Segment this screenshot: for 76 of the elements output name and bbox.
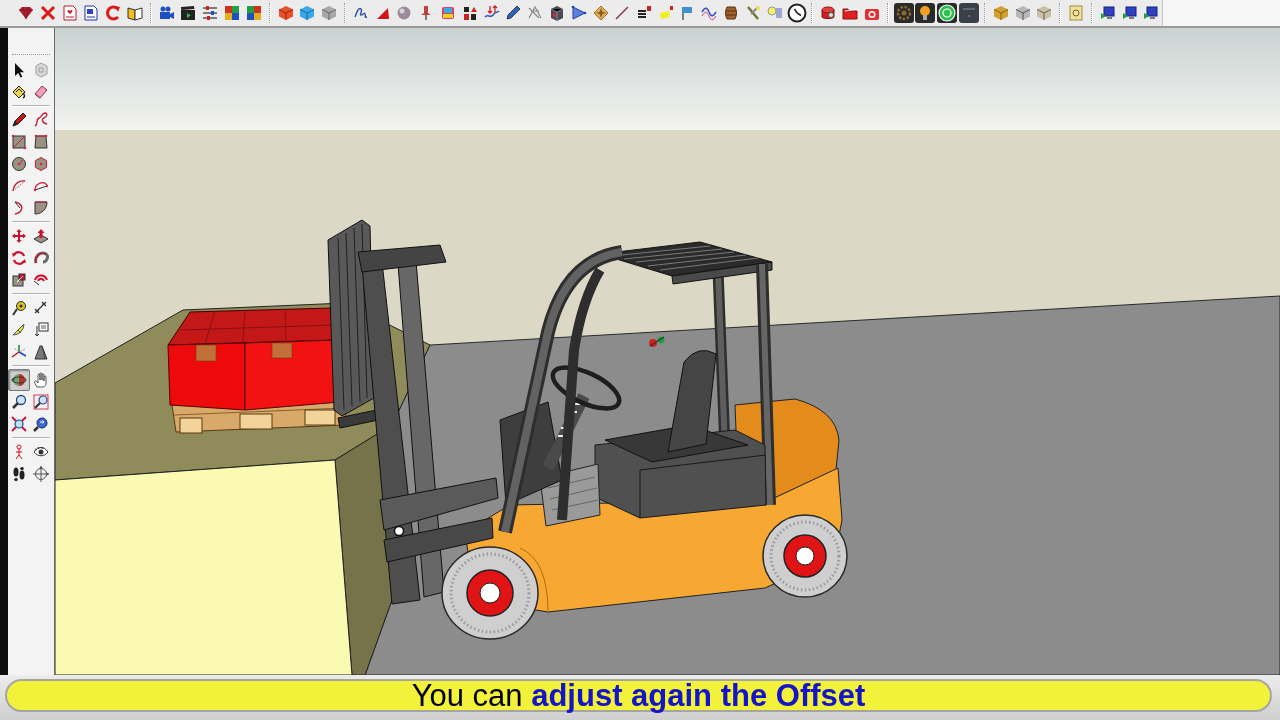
monitor-icon[interactable]: [1099, 5, 1116, 21]
cube-icon[interactable]: [992, 5, 1009, 21]
shapes-icon[interactable]: [461, 5, 478, 21]
light-bulb-icon[interactable]: [915, 3, 936, 23]
orbit-icon: [11, 372, 27, 388]
monitor-icon[interactable]: [1143, 5, 1160, 21]
footprints-icon: [11, 466, 27, 482]
tool-button[interactable]: [30, 391, 52, 413]
zoom-window-icon: [33, 394, 49, 410]
squiggle-icon: [33, 112, 49, 128]
move-arrows-icon: [11, 228, 27, 244]
paint-bucket-icon: [11, 84, 27, 100]
follow-me-icon: [33, 250, 49, 266]
arc-icon: [11, 178, 27, 194]
document-icon[interactable]: [83, 5, 100, 21]
push-pull-icon: [33, 228, 49, 244]
zoom-previous-icon: [33, 416, 49, 432]
curly-stroke-icon[interactable]: [352, 5, 369, 21]
zoom-extents-icon: [11, 416, 27, 432]
magnifier-icon: [11, 394, 27, 410]
note-icon[interactable]: [1068, 5, 1085, 21]
tools-icon[interactable]: [745, 5, 761, 21]
cube-icon[interactable]: [1014, 5, 1031, 21]
pencil-icon: [11, 112, 27, 128]
subtitle-text: You can adjust again the Offset: [411, 680, 866, 711]
tape-measure-icon: [11, 300, 27, 316]
video-camera-icon[interactable]: [158, 5, 175, 21]
eraser-icon: [33, 84, 49, 100]
circle-icon: [11, 156, 27, 172]
dimension-icon: [33, 300, 49, 316]
pencil-icon[interactable]: [505, 5, 522, 21]
protractor-icon: [11, 322, 27, 338]
text-callout-icon: [33, 322, 49, 338]
lines-icon[interactable]: [636, 5, 653, 21]
cube-icon[interactable]: [321, 5, 338, 21]
highlighter-icon[interactable]: [657, 5, 674, 21]
section-plane-icon: [33, 466, 49, 482]
offset-icon: [33, 272, 49, 288]
scale-icon: [11, 272, 27, 288]
cube-icon[interactable]: [277, 5, 294, 21]
rectangle-icon: [11, 134, 27, 150]
star-diamond-icon[interactable]: [592, 5, 609, 21]
sphere-icon[interactable]: [396, 5, 413, 21]
document-heart-icon[interactable]: [61, 5, 78, 21]
cross-icon[interactable]: [39, 5, 56, 21]
cube-icon[interactable]: [1036, 5, 1053, 21]
colored-blocks-icon[interactable]: [440, 5, 457, 21]
pivot-marker-icon: [649, 336, 665, 347]
gear-icon[interactable]: [893, 3, 914, 23]
tube-icon[interactable]: [820, 5, 837, 21]
circular-arrow-icon[interactable]: [105, 5, 122, 21]
box-icon[interactable]: [548, 5, 565, 21]
monitor-icon[interactable]: [1121, 5, 1138, 21]
diagonal-line-icon[interactable]: [614, 5, 631, 21]
round-badge-icon[interactable]: [937, 3, 958, 23]
tool-button[interactable]: [8, 369, 30, 391]
triangle-points-icon[interactable]: [570, 5, 587, 21]
hand-icon: [33, 372, 49, 388]
film-clapper-icon[interactable]: [180, 5, 197, 21]
grid-icon[interactable]: [245, 5, 262, 21]
wave-icon[interactable]: [701, 5, 718, 21]
tool-button[interactable]: [30, 463, 52, 485]
gem-icon[interactable]: [18, 5, 34, 21]
folder-icon[interactable]: [842, 5, 859, 21]
cube-icon[interactable]: [299, 5, 316, 21]
pie-slice-icon: [33, 200, 49, 216]
grid-icon[interactable]: [224, 5, 240, 21]
peak-shape-icon: [33, 344, 49, 360]
polygon-icon: [33, 156, 49, 172]
rotate-arrows-icon: [11, 250, 27, 266]
axes-icon: [11, 344, 27, 360]
barrel-icon[interactable]: [723, 5, 740, 21]
open-book-icon[interactable]: [126, 5, 143, 21]
sliders-icon[interactable]: [202, 5, 219, 21]
component-cube-icon: [33, 62, 49, 78]
clock-icon[interactable]: [786, 3, 807, 23]
